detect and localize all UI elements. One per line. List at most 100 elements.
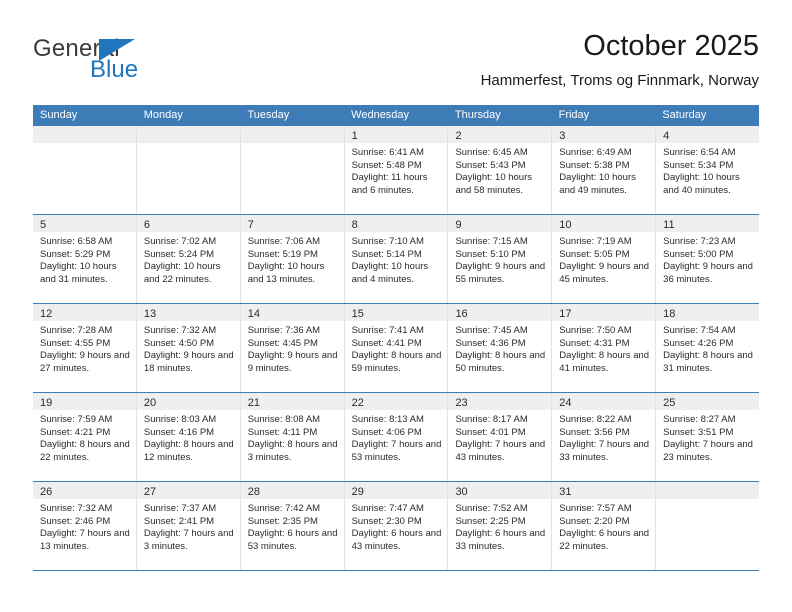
day-sun-info: Sunrise: 7:06 AM Sunset: 5:19 PM Daylight:… (241, 232, 344, 286)
weekday-header-sunday: Sunday (40, 109, 78, 121)
day-number-band: 26 (33, 482, 136, 499)
sunset-text: Sunset: 5:29 PM (40, 248, 111, 260)
weekday-header-tuesday: Tuesday (247, 109, 290, 121)
sunset-text: Sunset: 5:19 PM (247, 248, 318, 260)
day-number-band (656, 482, 760, 499)
day-number-band: 4 (656, 126, 760, 143)
sunrise-text: Sunrise: 7:50 AM (559, 325, 632, 336)
calendar-day-cell[interactable]: 15 Sunrise: 7:41 AM Sunset: 4:41 PM Dayligh… (344, 304, 449, 392)
daylight-text: Daylight: 8 hours and 31 minutes. (663, 350, 753, 374)
daylight-text: Daylight: 6 hours and 22 minutes. (559, 528, 650, 552)
daylight-text: Daylight: 10 hours and 58 minutes. (455, 172, 533, 196)
logo-text-blue: Blue (90, 56, 139, 83)
day-sun-info (137, 143, 240, 147)
weekday-header-row: Sunday Monday Tuesday Wednesday Thursday… (33, 105, 759, 126)
daylight-text: Daylight: 9 hours and 18 minutes. (143, 350, 234, 374)
day-number: 29 (351, 486, 364, 498)
sunset-text: Sunset: 5:00 PM (663, 248, 734, 260)
calendar-day-cell[interactable]: 8 Sunrise: 7:10 AM Sunset: 5:14 PM Daylight… (344, 215, 449, 303)
day-number: 16 (455, 308, 468, 320)
daylight-text: Daylight: 7 hours and 3 minutes. (143, 528, 234, 552)
sunrise-text: Sunrise: 8:22 AM (559, 414, 632, 425)
day-sun-info: Sunrise: 6:41 AM Sunset: 5:48 PM Daylight:… (345, 143, 448, 197)
day-number-band: 12 (33, 304, 136, 321)
day-number-band: 6 (136, 215, 240, 232)
calendar-day-cell[interactable]: 17 Sunrise: 7:50 AM Sunset: 4:31 PM Dayligh… (552, 304, 657, 392)
sunset-text: Sunset: 4:06 PM (351, 426, 422, 438)
day-sun-info: Sunrise: 8:22 AM Sunset: 3:56 PM Daylight:… (552, 410, 655, 464)
calendar-day-cell[interactable]: 21 Sunrise: 8:08 AM Sunset: 4:11 PM Dayligh… (240, 393, 345, 481)
calendar-day-cell[interactable]: 18 Sunrise: 7:54 AM Sunset: 4:26 PM Dayligh… (656, 304, 760, 392)
day-number-band: 25 (656, 393, 760, 410)
sunset-text: Sunset: 4:26 PM (663, 337, 734, 349)
day-sun-info: Sunrise: 8:08 AM Sunset: 4:11 PM Daylight:… (241, 410, 344, 464)
calendar-day-cell[interactable]: 27 Sunrise: 7:37 AM Sunset: 2:41 PM Dayligh… (136, 482, 241, 570)
calendar-day-cell[interactable]: 22 Sunrise: 8:13 AM Sunset: 4:06 PM Dayligh… (344, 393, 449, 481)
day-sun-info: Sunrise: 8:17 AM Sunset: 4:01 PM Daylight:… (448, 410, 551, 464)
day-number: 6 (143, 219, 150, 231)
day-sun-info: Sunrise: 7:36 AM Sunset: 4:45 PM Daylight:… (241, 321, 344, 375)
calendar-day-cell[interactable]: 28 Sunrise: 7:42 AM Sunset: 2:35 PM Dayligh… (240, 482, 345, 570)
day-number-band: 13 (136, 304, 240, 321)
day-sun-info: Sunrise: 7:52 AM Sunset: 2:25 PM Daylight:… (448, 499, 551, 553)
daylight-text: Daylight: 6 hours and 43 minutes. (351, 528, 442, 552)
day-number-band (136, 126, 240, 143)
calendar-day-cell[interactable]: 11 Sunrise: 7:23 AM Sunset: 5:00 PM Dayligh… (656, 215, 760, 303)
calendar-day-cell[interactable]: 30 Sunrise: 7:52 AM Sunset: 2:25 PM Dayligh… (448, 482, 553, 570)
calendar-day-cell[interactable]: 4 Sunrise: 6:54 AM Sunset: 5:34 PM Daylight… (656, 126, 760, 214)
day-number: 12 (40, 308, 53, 320)
calendar-day-cell[interactable]: 25 Sunrise: 8:27 AM Sunset: 3:51 PM Dayligh… (656, 393, 760, 481)
sunrise-text: Sunrise: 8:17 AM (455, 414, 528, 425)
calendar-day-cell[interactable]: 26 Sunrise: 7:32 AM Sunset: 2:46 PM Dayligh… (33, 482, 137, 570)
calendar-day-cell[interactable]: 13 Sunrise: 7:32 AM Sunset: 4:50 PM Dayligh… (136, 304, 241, 392)
day-sun-info: Sunrise: 8:13 AM Sunset: 4:06 PM Daylight:… (345, 410, 448, 464)
daylight-text: Daylight: 8 hours and 50 minutes. (455, 350, 546, 374)
calendar-day-cell[interactable]: 31 Sunrise: 7:57 AM Sunset: 2:20 PM Dayligh… (552, 482, 657, 570)
calendar-page: General Blue October 2025 Hammerfest, Tr… (0, 0, 792, 612)
calendar-day-cell[interactable]: 5 Sunrise: 6:58 AM Sunset: 5:29 PM Daylight… (33, 215, 137, 303)
day-number: 10 (559, 219, 572, 231)
daylight-text: Daylight: 10 hours and 31 minutes. (40, 261, 117, 285)
day-sun-info: Sunrise: 6:58 AM Sunset: 5:29 PM Daylight:… (33, 232, 136, 286)
calendar-day-cell[interactable]: 2 Sunrise: 6:45 AM Sunset: 5:43 PM Daylight… (448, 126, 553, 214)
daylight-text: Daylight: 8 hours and 12 minutes. (143, 439, 234, 463)
calendar-day-cell-empty (656, 482, 760, 570)
calendar-day-cell[interactable]: 16 Sunrise: 7:45 AM Sunset: 4:36 PM Dayligh… (448, 304, 553, 392)
weekday-header-saturday: Saturday (662, 109, 707, 121)
calendar-day-cell[interactable]: 12 Sunrise: 7:28 AM Sunset: 4:55 PM Dayligh… (33, 304, 137, 392)
day-number-band: 5 (33, 215, 136, 232)
calendar-day-cell[interactable]: 1 Sunrise: 6:41 AM Sunset: 5:48 PM Daylight… (344, 126, 449, 214)
calendar-day-cell[interactable]: 6 Sunrise: 7:02 AM Sunset: 5:24 PM Daylight… (136, 215, 241, 303)
sunset-text: Sunset: 2:46 PM (40, 515, 111, 527)
calendar-day-cell[interactable]: 23 Sunrise: 8:17 AM Sunset: 4:01 PM Dayligh… (448, 393, 553, 481)
sunrise-text: Sunrise: 7:59 AM (40, 414, 113, 425)
sunrise-text: Sunrise: 6:58 AM (40, 236, 113, 247)
calendar-day-cell[interactable]: 20 Sunrise: 8:03 AM Sunset: 4:16 PM Dayligh… (136, 393, 241, 481)
sunset-text: Sunset: 4:11 PM (247, 426, 318, 438)
daylight-text: Daylight: 10 hours and 13 minutes. (247, 261, 325, 285)
calendar-weeks: 1 Sunrise: 6:41 AM Sunset: 5:48 PM Daylight… (33, 126, 760, 571)
sunrise-text: Sunrise: 6:45 AM (455, 147, 528, 158)
daylight-text: Daylight: 10 hours and 49 minutes. (559, 172, 636, 196)
calendar-day-cell[interactable]: 7 Sunrise: 7:06 AM Sunset: 5:19 PM Daylight… (240, 215, 345, 303)
sunset-text: Sunset: 4:55 PM (40, 337, 111, 349)
calendar-day-cell[interactable]: 24 Sunrise: 8:22 AM Sunset: 3:56 PM Dayligh… (552, 393, 657, 481)
daylight-text: Daylight: 7 hours and 13 minutes. (40, 528, 130, 552)
day-sun-info: Sunrise: 7:37 AM Sunset: 2:41 PM Daylight:… (137, 499, 240, 553)
daylight-text: Daylight: 9 hours and 36 minutes. (663, 261, 753, 285)
calendar-day-cell[interactable]: 10 Sunrise: 7:19 AM Sunset: 5:05 PM Dayligh… (552, 215, 657, 303)
day-number-band: 18 (656, 304, 760, 321)
day-number-band: 17 (552, 304, 656, 321)
sunrise-text: Sunrise: 6:54 AM (663, 147, 736, 158)
calendar-day-cell[interactable]: 29 Sunrise: 7:47 AM Sunset: 2:30 PM Dayligh… (344, 482, 449, 570)
day-number-band: 1 (344, 126, 448, 143)
day-number-band: 2 (448, 126, 552, 143)
day-number: 28 (247, 486, 260, 498)
general-blue-logo: General Blue (33, 36, 233, 92)
calendar-day-cell[interactable]: 14 Sunrise: 7:36 AM Sunset: 4:45 PM Dayligh… (240, 304, 345, 392)
day-sun-info: Sunrise: 7:41 AM Sunset: 4:41 PM Daylight:… (345, 321, 448, 375)
calendar-day-cell[interactable]: 3 Sunrise: 6:49 AM Sunset: 5:38 PM Daylight… (552, 126, 657, 214)
calendar-day-cell[interactable]: 9 Sunrise: 7:15 AM Sunset: 5:10 PM Daylight… (448, 215, 553, 303)
sunrise-text: Sunrise: 7:06 AM (247, 236, 321, 247)
calendar-day-cell[interactable]: 19 Sunrise: 7:59 AM Sunset: 4:21 PM Dayligh… (33, 393, 137, 481)
